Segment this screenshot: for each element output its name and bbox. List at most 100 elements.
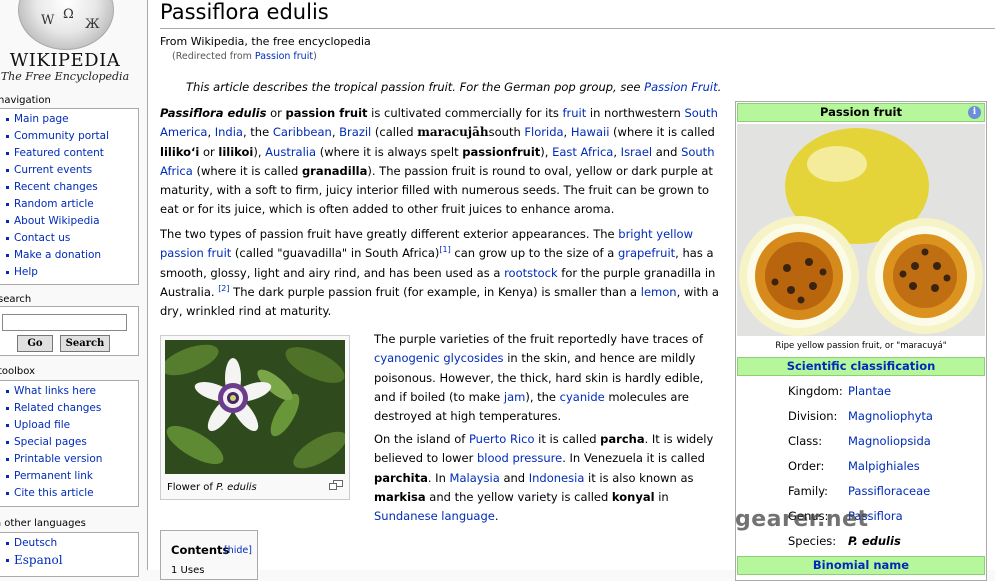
class-value[interactable]: Magnoliopsida xyxy=(848,434,931,448)
text: ), xyxy=(540,144,553,159)
tool-cite-article[interactable]: Cite this article xyxy=(0,485,138,502)
nav-link-label[interactable]: Current events xyxy=(14,164,92,176)
nav-link-label[interactable]: Community portal xyxy=(14,130,109,142)
local-name: konyal xyxy=(611,489,655,504)
nav-featured-content[interactable]: Featured content xyxy=(0,145,138,162)
passion-flower-drawing xyxy=(165,340,345,474)
nav-make-donation[interactable]: Make a donation xyxy=(0,247,138,264)
link-israel[interactable]: Israel xyxy=(621,145,652,159)
link-fruit[interactable]: fruit xyxy=(562,106,586,120)
link-indonesia[interactable]: Indonesia xyxy=(529,471,585,485)
link-caribbean[interactable]: Caribbean xyxy=(273,125,332,139)
family-value[interactable]: Passifloraceae xyxy=(848,484,930,498)
text: is cultivated commercially for its xyxy=(367,106,563,120)
tool-permanent-link[interactable]: Permanent link xyxy=(0,468,138,485)
scientific-classification-heading[interactable]: Scientific classification xyxy=(737,357,985,376)
lang-deutsch[interactable]: Deutsch xyxy=(0,535,138,552)
link-puerto-rico[interactable]: Puerto Rico xyxy=(469,432,535,446)
link-grapefruit[interactable]: grapefruit xyxy=(618,246,675,260)
tool-link-label[interactable]: Permanent link xyxy=(14,470,93,482)
family-label: Family: xyxy=(788,484,829,498)
nav-link-label[interactable]: Recent changes xyxy=(14,181,98,193)
tool-link-label[interactable]: Cite this article xyxy=(14,487,94,499)
info-icon[interactable]: i xyxy=(968,106,981,119)
passion-fruit-image[interactable] xyxy=(737,124,985,336)
tool-what-links-here[interactable]: What links here xyxy=(0,383,138,400)
nav-link-label[interactable]: Make a donation xyxy=(14,249,101,261)
nav-contact-us[interactable]: Contact us xyxy=(0,230,138,247)
tool-printable-version[interactable]: Printable version xyxy=(0,451,138,468)
order-value[interactable]: Malpighiales xyxy=(848,459,920,473)
text: ), the xyxy=(525,389,560,404)
magnify-icon[interactable] xyxy=(329,480,343,490)
link-rootstock[interactable]: rootstock xyxy=(504,266,558,280)
heading-divider xyxy=(160,28,995,29)
reference-2[interactable]: [2] xyxy=(218,284,229,293)
site-subtitle: From Wikipedia, the free encyclopedia xyxy=(160,35,371,48)
text: On the island of xyxy=(374,432,469,446)
nav-link-label[interactable]: Help xyxy=(14,266,38,278)
nav-link-label[interactable]: About Wikipedia xyxy=(14,215,100,227)
link-blood-pressure[interactable]: blood pressure xyxy=(477,451,562,465)
link-lemon[interactable]: lemon xyxy=(641,285,677,299)
redirect-link[interactable]: Passion fruit xyxy=(255,51,313,62)
text: . xyxy=(494,509,499,524)
link-australia[interactable]: Australia xyxy=(265,145,316,159)
dablink-link[interactable]: Passion Fruit xyxy=(644,80,717,94)
link-florida[interactable]: Florida xyxy=(524,125,563,139)
passion-flower-image[interactable] xyxy=(165,340,345,474)
binomial-name-heading[interactable]: Binomial name xyxy=(737,556,985,575)
lang-link-label[interactable]: Deutsch xyxy=(14,537,57,549)
tool-related-changes[interactable]: Related changes xyxy=(0,400,138,417)
link-hawaii[interactable]: Hawaii xyxy=(571,125,610,139)
wikipedia-logo[interactable]: W Ω Ж WIKIPEDIA The Free Encyclopedia xyxy=(0,0,148,88)
tool-link-label[interactable]: Special pages xyxy=(14,436,87,448)
nav-link-label[interactable]: Featured content xyxy=(14,147,104,159)
text: (where it is called xyxy=(609,125,715,140)
lang-espanol[interactable]: Espanol xyxy=(0,552,138,569)
tool-link-label[interactable]: What links here xyxy=(14,385,96,397)
text: The two types of passion fruit have grea… xyxy=(160,227,619,241)
nav-random-article[interactable]: Random article xyxy=(0,196,138,213)
tool-link-label[interactable]: Upload file xyxy=(14,419,70,431)
lang-link-label[interactable]: Espanol xyxy=(14,553,63,567)
division-value[interactable]: Magnoliophyta xyxy=(848,409,933,423)
toc-hide-toggle[interactable]: [hide] xyxy=(224,545,252,556)
nav-link-label[interactable]: Random article xyxy=(14,198,94,210)
local-name: passionfruit xyxy=(462,144,541,159)
table-of-contents: Contents [hide] 1 Uses xyxy=(160,530,258,580)
text: , the xyxy=(242,125,273,140)
kingdom-value[interactable]: Plantae xyxy=(848,384,891,398)
nav-help[interactable]: Help xyxy=(0,264,138,281)
nav-link-label[interactable]: Contact us xyxy=(14,232,70,244)
tool-link-label[interactable]: Printable version xyxy=(14,453,102,465)
link-malaysia[interactable]: Malaysia xyxy=(450,471,500,485)
toc-entry[interactable]: 1 Uses xyxy=(171,565,204,576)
tool-upload-file[interactable]: Upload file xyxy=(0,417,138,434)
species-label: Species: xyxy=(788,534,837,548)
taxobox-title-text: Passion fruit xyxy=(820,105,902,119)
common-name: passion fruit xyxy=(285,106,368,120)
tool-link-label[interactable]: Related changes xyxy=(14,402,101,414)
link-brazil[interactable]: Brazil xyxy=(339,125,371,139)
link-india[interactable]: India xyxy=(215,125,243,139)
nav-current-events[interactable]: Current events xyxy=(0,162,138,179)
nav-main-page[interactable]: Main page xyxy=(0,111,138,128)
go-button[interactable]: Go xyxy=(17,335,53,352)
link-cyanide[interactable]: cyanide xyxy=(560,390,605,404)
nav-community-portal[interactable]: Community portal xyxy=(0,128,138,145)
link-jam[interactable]: jam xyxy=(504,390,525,404)
search-button[interactable]: Search xyxy=(60,335,110,352)
nav-about-wikipedia[interactable]: About Wikipedia xyxy=(0,213,138,230)
reference-1[interactable]: [1] xyxy=(439,245,450,254)
text: and xyxy=(652,144,682,159)
link-sundanese-language[interactable]: Sundanese language xyxy=(374,509,495,523)
nav-recent-changes[interactable]: Recent changes xyxy=(0,179,138,196)
link-east-africa[interactable]: East Africa xyxy=(552,145,613,159)
search-input[interactable] xyxy=(2,314,127,331)
tool-special-pages[interactable]: Special pages xyxy=(0,434,138,451)
text: . In Venezuela it is called xyxy=(562,451,705,466)
nav-link-label[interactable]: Main page xyxy=(14,113,69,125)
link-cyanogenic-glycosides[interactable]: cyanogenic glycosides xyxy=(374,351,504,365)
text: and the yellow variety is called xyxy=(425,489,612,504)
